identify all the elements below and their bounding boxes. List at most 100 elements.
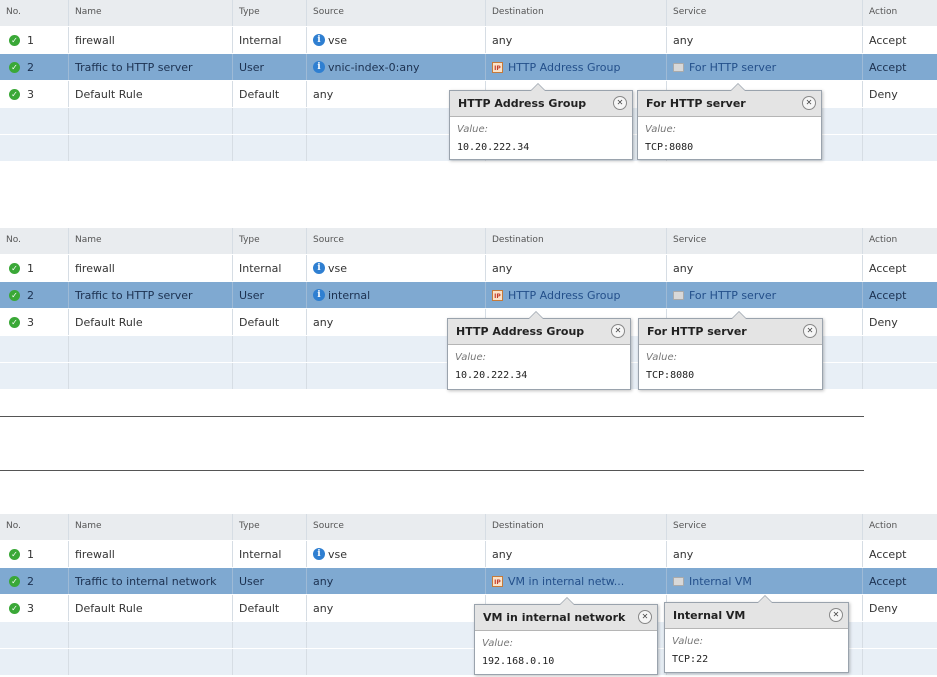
rule-source[interactable]: any — [306, 568, 485, 594]
popup-value: TCP:8080 — [646, 370, 695, 381]
info-icon[interactable]: i — [313, 34, 325, 46]
firewall-rules-panel-2: No. Name Type Source Destination Service… — [0, 228, 937, 390]
check-icon: ✓ — [9, 262, 20, 274]
rule-action[interactable]: Accept — [862, 541, 937, 567]
rule-service[interactable]: For HTTP server — [666, 54, 862, 80]
header-action[interactable]: Action — [862, 0, 937, 26]
header-service[interactable]: Service — [666, 228, 862, 254]
info-icon[interactable]: i — [313, 548, 325, 560]
rule-service[interactable]: For HTTP server — [666, 282, 862, 308]
info-icon[interactable]: i — [313, 262, 325, 274]
table-row[interactable]: ✓ 1 firewall Internal i vse any any Accept — [0, 541, 937, 567]
rule-service[interactable]: any — [666, 255, 862, 281]
service-link[interactable]: Internal VM — [689, 575, 752, 588]
info-icon[interactable]: i — [313, 289, 325, 301]
rule-name[interactable]: Default Rule — [68, 309, 232, 335]
popup-value-label: Value: — [455, 352, 486, 363]
header-source[interactable]: Source — [306, 514, 485, 540]
rule-no: 1 — [27, 261, 34, 275]
rule-source[interactable]: any — [306, 595, 485, 621]
rule-destination[interactable]: any — [485, 541, 666, 567]
rule-destination[interactable]: IP HTTP Address Group — [485, 54, 666, 80]
header-source[interactable]: Source — [306, 228, 485, 254]
header-service[interactable]: Service — [666, 0, 862, 26]
destination-link[interactable]: VM in internal netw... — [508, 575, 624, 588]
header-name[interactable]: Name — [68, 514, 232, 540]
header-type[interactable]: Type — [232, 228, 306, 254]
table-row[interactable]: ✓ 1 firewall Internal i vse any any Accept — [0, 27, 937, 53]
header-source[interactable]: Source — [306, 0, 485, 26]
rule-name[interactable]: firewall — [68, 541, 232, 567]
rule-destination[interactable]: any — [485, 255, 666, 281]
rule-source[interactable]: i vnic-index-0:any — [306, 54, 485, 80]
close-icon[interactable]: ✕ — [802, 96, 816, 110]
rule-action[interactable]: Accept — [862, 255, 937, 281]
rule-name[interactable]: Default Rule — [68, 595, 232, 621]
rule-type: Internal — [232, 255, 306, 281]
divider — [0, 416, 864, 417]
header-type[interactable]: Type — [232, 514, 306, 540]
close-icon[interactable]: ✕ — [613, 96, 627, 110]
rule-action[interactable]: Accept — [862, 54, 937, 80]
rule-action[interactable]: Deny — [862, 81, 937, 107]
rule-action[interactable]: Deny — [862, 309, 937, 335]
header-destination[interactable]: Destination — [485, 0, 666, 26]
rule-destination[interactable]: any — [485, 27, 666, 53]
rule-name[interactable]: Traffic to HTTP server — [68, 54, 232, 80]
source-label: vse — [328, 261, 348, 275]
rule-destination[interactable]: IP HTTP Address Group — [485, 282, 666, 308]
info-icon[interactable]: i — [313, 61, 325, 73]
rule-action[interactable]: Accept — [862, 282, 937, 308]
rule-action[interactable]: Accept — [862, 27, 937, 53]
rule-source[interactable]: i vse — [306, 255, 485, 281]
rule-source[interactable]: i internal — [306, 282, 485, 308]
header-name[interactable]: Name — [68, 228, 232, 254]
rule-no: 3 — [27, 315, 34, 329]
rule-source[interactable]: i vse — [306, 27, 485, 53]
close-icon[interactable]: ✕ — [803, 324, 817, 338]
rule-destination[interactable]: IP VM in internal netw... — [485, 568, 666, 594]
close-icon[interactable]: ✕ — [638, 610, 652, 624]
popup-title: Internal VM — [665, 603, 848, 629]
service-link[interactable]: For HTTP server — [689, 61, 776, 74]
header-action[interactable]: Action — [862, 228, 937, 254]
table-row[interactable]: ✓ 1 firewall Internal i vse any any Accept — [0, 255, 937, 281]
header-no[interactable]: No. — [0, 514, 68, 540]
service-link[interactable]: For HTTP server — [689, 289, 776, 302]
close-icon[interactable]: ✕ — [611, 324, 625, 338]
header-no[interactable]: No. — [0, 228, 68, 254]
popup-value: TCP:8080 — [645, 142, 694, 153]
rule-action[interactable]: Deny — [862, 595, 937, 621]
header-destination[interactable]: Destination — [485, 228, 666, 254]
rule-name[interactable]: firewall — [68, 255, 232, 281]
header-action[interactable]: Action — [862, 514, 937, 540]
rule-action[interactable]: Accept — [862, 568, 937, 594]
rule-service[interactable]: Internal VM — [666, 568, 862, 594]
header-no[interactable]: No. — [0, 0, 68, 26]
close-icon[interactable]: ✕ — [829, 608, 843, 622]
popup-title: HTTP Address Group — [448, 319, 630, 345]
popup-value: 10.20.222.34 — [455, 370, 528, 381]
rule-source[interactable]: i vse — [306, 541, 485, 567]
rule-no: 2 — [27, 60, 34, 74]
rule-name[interactable]: Traffic to internal network — [68, 568, 232, 594]
header-name[interactable]: Name — [68, 0, 232, 26]
popup-value: 192.168.0.10 — [482, 656, 555, 667]
header-service[interactable]: Service — [666, 514, 862, 540]
ip-set-icon: IP — [492, 61, 503, 73]
destination-link[interactable]: HTTP Address Group — [508, 61, 620, 74]
table-row-selected[interactable]: ✓ 2 Traffic to internal network User any … — [0, 568, 937, 594]
rule-name[interactable]: Default Rule — [68, 81, 232, 107]
rule-service[interactable]: any — [666, 541, 862, 567]
popup-value-label: Value: — [645, 124, 676, 135]
header-destination[interactable]: Destination — [485, 514, 666, 540]
table-row-selected[interactable]: ✓ 2 Traffic to HTTP server User i internal… — [0, 282, 937, 308]
popup-title: For HTTP server — [639, 319, 822, 345]
rule-name[interactable]: firewall — [68, 27, 232, 53]
rule-name[interactable]: Traffic to HTTP server — [68, 282, 232, 308]
rule-service[interactable]: any — [666, 27, 862, 53]
header-type[interactable]: Type — [232, 0, 306, 26]
table-row-selected[interactable]: ✓ 2 Traffic to HTTP server User i vnic-ind… — [0, 54, 937, 80]
check-icon: ✓ — [9, 34, 20, 46]
destination-link[interactable]: HTTP Address Group — [508, 289, 620, 302]
